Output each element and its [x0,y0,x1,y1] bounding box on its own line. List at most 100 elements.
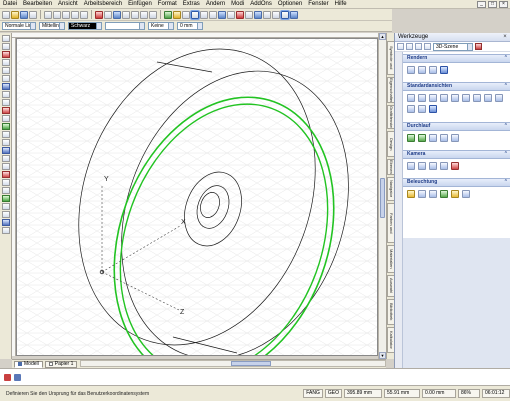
scroll-up-icon[interactable]: ▲ [379,33,386,40]
snap-mode[interactable]: FANG [303,389,323,398]
view-iso-ne-icon[interactable] [495,94,503,102]
image-icon[interactable] [272,10,280,19]
walk-orbit-icon[interactable] [429,134,437,142]
block-icon[interactable] [254,10,262,19]
table-icon[interactable] [227,10,235,19]
light-sky-icon[interactable] [451,190,459,198]
extrude-icon[interactable] [1,195,10,202]
menu-modi[interactable]: Modi [231,0,244,9]
home-icon[interactable] [406,43,413,50]
thickness-select[interactable]: 0 mm [177,22,203,30]
pointer-icon[interactable] [397,43,404,50]
tab-modell[interactable]: Modell [14,360,43,368]
new-file-icon[interactable] [2,10,10,19]
solid-icon[interactable] [1,219,10,226]
menu-aendern[interactable]: Ändern [206,0,225,9]
properties-icon[interactable] [95,10,103,19]
zoom-in-icon[interactable] [131,10,139,19]
section-durchlauf-header[interactable]: Durchlauf ⌃ [403,122,510,131]
walk-pan-icon[interactable] [440,134,448,142]
render-hidden-icon[interactable] [418,66,426,74]
maximize-icon[interactable]: □ [488,1,497,8]
trim-icon[interactable] [1,163,10,170]
zoom-window-icon[interactable] [149,10,157,19]
view-dimetric-icon[interactable] [418,105,426,113]
view-iso-sw-icon[interactable] [473,94,481,102]
line-style-select[interactable]: Normale Linie [2,22,36,30]
render-shaded-icon[interactable] [429,66,437,74]
palette-menu-icon[interactable] [475,43,482,50]
save-icon[interactable] [20,10,28,19]
minimize-icon[interactable]: _ [477,1,486,8]
arc-icon[interactable] [1,51,10,58]
view-3d-icon[interactable] [190,9,200,20]
text-icon[interactable] [1,107,10,114]
section-rendern-header[interactable]: Rendern ⌃ [403,54,510,63]
menu-fenster[interactable]: Fenster [308,0,328,9]
color-select[interactable]: Schwarz [68,22,102,30]
light-sun-icon[interactable] [407,190,415,198]
point-icon[interactable] [1,99,10,106]
paste-icon[interactable] [62,10,70,19]
camera-place-icon[interactable] [407,162,415,170]
menu-hilfe[interactable]: Hilfe [335,0,347,9]
section-beleuchtung-header[interactable]: Beleuchtung ⌃ [403,178,510,187]
zoom-out-icon[interactable] [140,10,148,19]
section-standardansichten-header[interactable]: Standardansichten ⌃ [403,82,510,91]
insert-icon[interactable] [263,10,271,19]
camera-record-icon[interactable] [451,162,459,170]
cut-icon[interactable] [44,10,52,19]
cancel-command-icon[interactable] [4,374,11,381]
menu-addons[interactable]: AddOns [250,0,272,9]
menu-bearbeiten[interactable]: Bearbeiten [23,0,52,9]
menu-extras[interactable]: Extras [183,0,200,9]
menu-einfuegen[interactable]: Einfügen [128,0,152,9]
light-spot-icon[interactable] [429,190,437,198]
menu-optionen[interactable]: Optionen [278,0,302,9]
drawing-canvas[interactable]: Y X Z [16,38,378,356]
copy-icon[interactable] [53,10,61,19]
light-settings-icon[interactable] [462,190,470,198]
revolve-icon[interactable] [1,203,10,210]
view-right-icon[interactable] [440,94,448,102]
curve-icon[interactable] [1,83,10,90]
horizontal-scrollbar[interactable] [80,360,386,367]
light-icon[interactable] [173,10,181,19]
view-left-icon[interactable] [429,94,437,102]
walk-rotate-icon[interactable] [418,134,426,142]
geo-mode[interactable]: GEO [324,389,342,398]
camera-target-icon[interactable] [418,162,426,170]
view-back-icon[interactable] [418,94,426,102]
open-folder-icon[interactable] [11,10,19,19]
render-realistic-icon[interactable] [440,66,448,74]
match-properties-icon[interactable] [104,10,112,19]
help-icon[interactable] [290,10,298,19]
light-ambient-icon[interactable] [440,190,448,198]
undo-icon[interactable] [71,10,79,19]
horizontal-scroll-thumb[interactable] [231,361,271,366]
dimension-tool-icon[interactable] [1,115,10,122]
scene-select[interactable]: 3D-Szene [433,42,473,51]
chamfer-icon[interactable] [1,187,10,194]
fillet-icon[interactable] [1,179,10,186]
view-top-icon[interactable] [451,94,459,102]
line-icon[interactable] [1,43,10,50]
options-icon[interactable] [14,374,21,381]
circle-icon[interactable] [1,59,10,66]
grid-icon[interactable] [200,10,208,19]
render-icon[interactable] [182,10,190,19]
vertical-scrollbar[interactable]: ▲ ▼ [378,33,386,359]
line-type-select[interactable] [105,22,145,30]
ucs-icon[interactable] [218,10,226,19]
close-icon[interactable]: × [502,34,508,40]
select-icon[interactable] [280,9,290,20]
hatch-icon[interactable] [236,10,244,19]
render-wireframe-icon[interactable] [407,66,415,74]
extend-icon[interactable] [1,171,10,178]
view-iso-nw-icon[interactable] [407,105,415,113]
polygon-icon[interactable] [1,75,10,82]
view-iso-se-icon[interactable] [484,94,492,102]
dimension-icon[interactable] [245,10,253,19]
ellipse-icon[interactable] [1,91,10,98]
fill-select[interactable]: Keine [148,22,174,30]
